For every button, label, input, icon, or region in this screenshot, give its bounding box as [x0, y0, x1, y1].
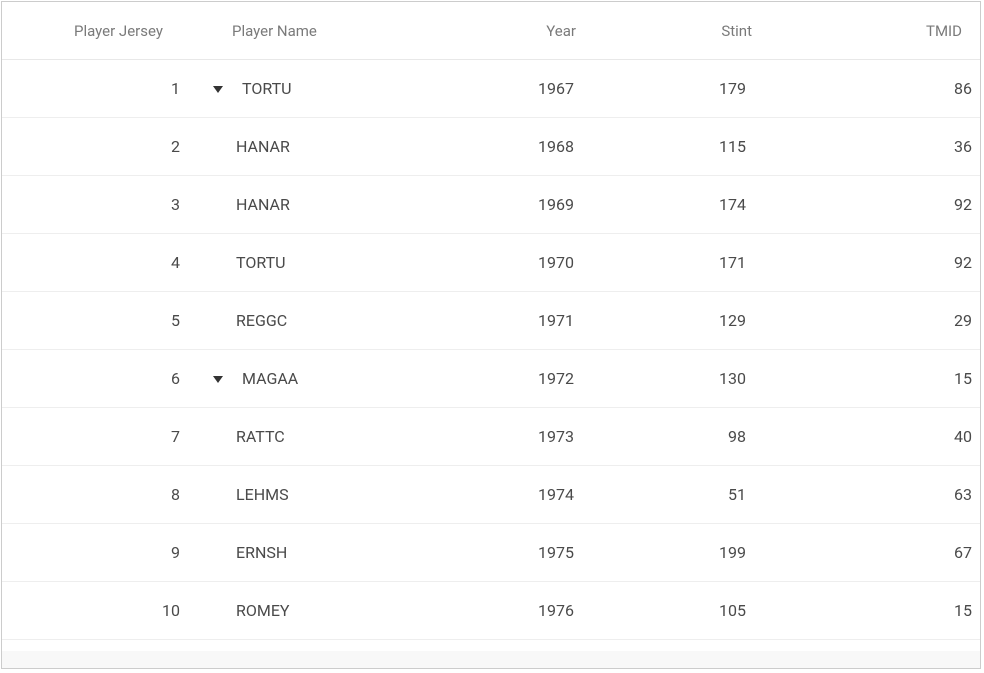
column-header-year[interactable]: Year — [422, 22, 622, 40]
cell-stint: 51 — [622, 485, 782, 504]
cell-tmid: 92 — [782, 253, 980, 272]
cell-name-text: ERNSH — [236, 543, 287, 562]
cell-jersey: 3 — [2, 195, 202, 214]
cell-stint: 179 — [622, 79, 782, 98]
cell-year: 1972 — [422, 369, 622, 388]
cell-name: LEHMS — [202, 485, 422, 504]
cell-stint: 199 — [622, 543, 782, 562]
cell-name: ROMEY — [202, 601, 422, 620]
cell-tmid: 40 — [782, 427, 980, 446]
table-row[interactable]: 4 TORTU 197017192 — [2, 234, 980, 292]
cell-jersey: 5 — [2, 311, 202, 330]
cell-name: HANAR — [202, 137, 422, 156]
chevron-down-icon[interactable] — [210, 371, 226, 387]
cell-stint: 171 — [622, 253, 782, 272]
cell-jersey: 4 — [2, 253, 202, 272]
cell-tmid: 15 — [782, 601, 980, 620]
cell-jersey: 7 — [2, 427, 202, 446]
table-header-row: Player Jersey Player Name Year Stint TMI… — [2, 2, 980, 60]
cell-stint: 115 — [622, 137, 782, 156]
column-header-name[interactable]: Player Name — [202, 22, 422, 40]
table-row[interactable]: 7 RATTC 19739840 — [2, 408, 980, 466]
cell-stint: 105 — [622, 601, 782, 620]
table-row[interactable]: 8 LEHMS 19745163 — [2, 466, 980, 524]
cell-tmid: 86 — [782, 79, 980, 98]
cell-name-text: LEHMS — [236, 485, 289, 504]
cell-name-text: MAGAA — [242, 369, 298, 388]
cell-jersey: 2 — [2, 137, 202, 156]
cell-name-text: RATTC — [236, 427, 285, 446]
table-body: 1TORTU1967179862HANAR1968115363HANAR1969… — [2, 60, 980, 651]
cell-tmid: 63 — [782, 485, 980, 504]
cell-stint: 174 — [622, 195, 782, 214]
cell-jersey: 10 — [2, 601, 202, 620]
cell-year: 1976 — [422, 601, 622, 620]
cell-name-text: ROMEY — [236, 601, 290, 620]
cell-jersey: 6 — [2, 369, 202, 388]
cell-jersey: 8 — [2, 485, 202, 504]
cell-name: MAGAA — [202, 369, 422, 388]
cell-year: 1969 — [422, 195, 622, 214]
cell-jersey: 1 — [2, 79, 202, 98]
column-header-stint[interactable]: Stint — [622, 22, 782, 40]
chevron-down-icon[interactable] — [210, 81, 226, 97]
cell-name: ERNSH — [202, 543, 422, 562]
table-body-scroll[interactable]: 1TORTU1967179862HANAR1968115363HANAR1969… — [2, 60, 980, 651]
cell-name-text: TORTU — [242, 79, 292, 98]
table-row[interactable]: 9 ERNSH 197519967 — [2, 524, 980, 582]
horizontal-scrollbar[interactable] — [2, 651, 980, 668]
cell-stint: 129 — [622, 311, 782, 330]
cell-year: 1971 — [422, 311, 622, 330]
cell-name: RATTC — [202, 427, 422, 446]
cell-year: 1967 — [422, 79, 622, 98]
column-header-jersey[interactable]: Player Jersey — [2, 22, 202, 40]
cell-tmid: 29 — [782, 311, 980, 330]
cell-jersey: 9 — [2, 543, 202, 562]
table-row[interactable]: 3 HANAR 196917492 — [2, 176, 980, 234]
cell-tmid: 15 — [782, 369, 980, 388]
table-row[interactable]: 10 ROMEY 197610515 — [2, 582, 980, 640]
cell-tmid: 92 — [782, 195, 980, 214]
cell-tmid: 67 — [782, 543, 980, 562]
cell-name-text: REGGC — [236, 311, 287, 330]
cell-name: TORTU — [202, 79, 422, 98]
cell-name-text: HANAR — [236, 195, 290, 214]
cell-name: TORTU — [202, 253, 422, 272]
cell-name-text: HANAR — [236, 137, 290, 156]
cell-name: HANAR — [202, 195, 422, 214]
cell-tmid: 36 — [782, 137, 980, 156]
table-row[interactable]: 5 REGGC 197112929 — [2, 292, 980, 350]
cell-year: 1975 — [422, 543, 622, 562]
table-row[interactable]: 1 TORTU 196717986 — [2, 60, 980, 118]
data-grid: Player Jersey Player Name Year Stint TMI… — [1, 1, 981, 669]
cell-stint: 98 — [622, 427, 782, 446]
cell-name: REGGC — [202, 311, 422, 330]
cell-stint: 130 — [622, 369, 782, 388]
table-row[interactable]: 2 HANAR 196811536 — [2, 118, 980, 176]
column-header-tmid[interactable]: TMID — [782, 22, 964, 40]
cell-year: 1974 — [422, 485, 622, 504]
cell-year: 1970 — [422, 253, 622, 272]
cell-name-text: TORTU — [236, 253, 286, 272]
cell-year: 1973 — [422, 427, 622, 446]
cell-year: 1968 — [422, 137, 622, 156]
table-row[interactable]: 6 MAGAA 197213015 — [2, 350, 980, 408]
